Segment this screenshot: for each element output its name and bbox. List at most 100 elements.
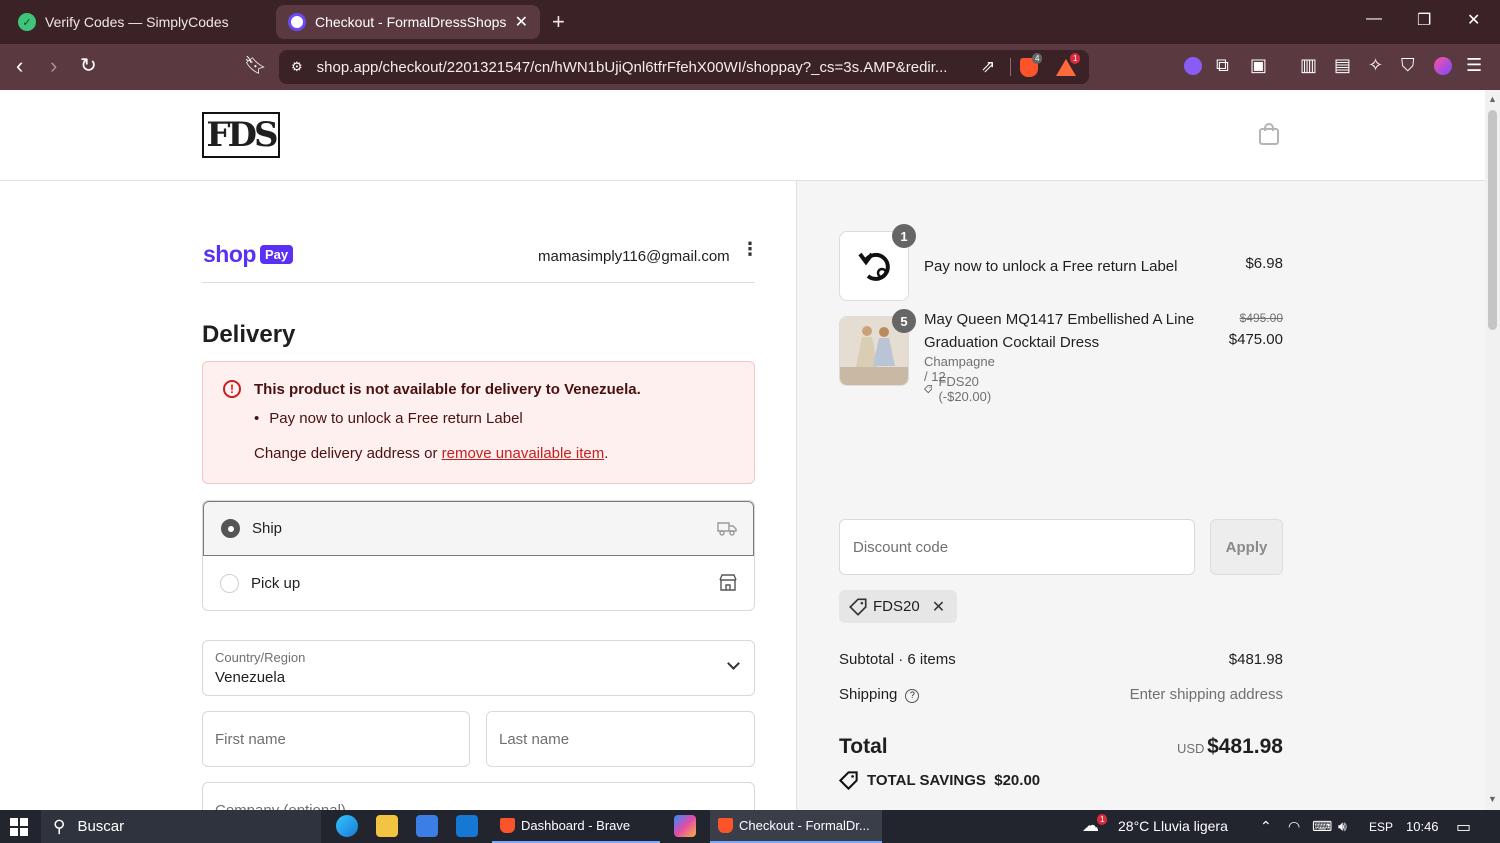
pickup-option[interactable]: Pick up: [203, 556, 754, 610]
restore-icon[interactable]: ❐: [1417, 10, 1431, 30]
store-header: FDS: [0, 90, 1485, 181]
task-label: Dashboard - Brave: [521, 818, 631, 833]
shipping-label: Shipping: [839, 686, 898, 703]
reader-icon[interactable]: ▣: [1250, 55, 1267, 76]
tab-checkout[interactable]: Checkout - FormalDressShops.com ✕: [276, 5, 540, 39]
cart-bag-icon[interactable]: [1258, 123, 1280, 145]
file-explorer-icon[interactable]: [376, 815, 398, 837]
edge-icon[interactable]: [336, 815, 358, 837]
site-info-icon[interactable]: ⚙: [291, 59, 303, 75]
country-select[interactable]: Country/Region Venezuela: [202, 640, 755, 696]
scroll-thumb[interactable]: [1488, 110, 1497, 330]
apply-discount-button[interactable]: Apply: [1210, 519, 1283, 575]
task-label: Checkout - FormalDr...: [739, 818, 870, 833]
windows-start-icon[interactable]: [10, 818, 28, 836]
total-value: $481.98: [1207, 735, 1283, 758]
share-icon[interactable]: ⇗: [981, 57, 995, 77]
outlook-icon[interactable]: [456, 815, 478, 837]
taskbar-brave-dashboard[interactable]: Dashboard - Brave: [492, 810, 660, 843]
simplycodes-favicon-icon: ✓: [18, 13, 36, 31]
copilot-icon[interactable]: [674, 815, 696, 837]
tab-title: Verify Codes — SimplyCodes: [45, 14, 229, 30]
vpn-icon[interactable]: ⛉: [1401, 55, 1415, 76]
sidebar-icon[interactable]: ▥: [1300, 55, 1317, 76]
weather-badge: 1: [1097, 814, 1108, 825]
rewards-count-badge: 1: [1070, 53, 1081, 64]
notification-icon[interactable]: ▭: [1456, 817, 1471, 837]
wallet-icon[interactable]: ▤: [1334, 55, 1351, 76]
taskbar-brave-checkout[interactable]: Checkout - FormalDr...: [710, 810, 882, 843]
ship-option[interactable]: Ship: [203, 501, 754, 556]
new-tab-icon[interactable]: +: [552, 9, 565, 35]
menu-icon[interactable]: ☰: [1466, 55, 1482, 76]
country-value: Venezuela: [215, 669, 286, 686]
browser-toolbar: ‹ › ↻ 🔖︎ ⚙ shop.app/checkout/2201321547/…: [0, 44, 1500, 90]
item-price: $475.00: [1228, 331, 1283, 348]
currency-code: USD: [1177, 741, 1205, 756]
forward-icon[interactable]: ›: [50, 53, 57, 79]
help-icon[interactable]: ?: [905, 689, 920, 703]
checkout-page: FDS shop Pay mamasimply116@gmail.com ⋮ D…: [0, 90, 1485, 810]
subtotal-label: Subtotal · 6 items: [839, 651, 956, 668]
tab-title: Checkout - FormalDressShops.com: [315, 14, 507, 30]
extensions-puzzle-icon[interactable]: ⧉: [1216, 55, 1229, 76]
shields-count-badge: 4: [1032, 53, 1043, 64]
close-window-icon[interactable]: ✕: [1467, 10, 1480, 30]
first-name-field[interactable]: First name: [202, 711, 470, 767]
leo-ai-icon[interactable]: ✧: [1368, 55, 1383, 76]
windows-taskbar: ⚲ Buscar Dashboard - Brave Checkout - Fo…: [0, 810, 1500, 843]
scroll-down-icon[interactable]: ▼: [1488, 794, 1497, 804]
shop-pay-wordmark: shop: [203, 241, 256, 267]
last-name-field[interactable]: Last name: [486, 711, 755, 767]
profile-avatar[interactable]: [1434, 57, 1452, 75]
address-bar[interactable]: ⚙ shop.app/checkout/2201321547/cn/hWN1bU…: [279, 50, 1089, 84]
pickup-radio[interactable]: [220, 574, 239, 593]
input-method-icon[interactable]: ⌨: [1312, 818, 1332, 835]
delivery-method-group: Ship Pick up: [202, 500, 755, 611]
tab-verify-codes[interactable]: ✓ Verify Codes — SimplyCodes: [6, 5, 268, 39]
store-icon: [719, 574, 737, 591]
close-tab-icon[interactable]: ✕: [515, 12, 528, 32]
tray-expand-icon[interactable]: ⌃: [1260, 818, 1272, 835]
account-menu-icon[interactable]: ⋮: [741, 240, 759, 258]
url-text[interactable]: shop.app/checkout/2201321547/cn/hWN1bUji…: [317, 59, 967, 76]
subtotal-row: Subtotal · 6 items $481.98: [839, 651, 1283, 668]
clock[interactable]: 10:46: [1406, 819, 1439, 834]
company-field[interactable]: Company (optional): [202, 782, 755, 810]
page-scrollbar[interactable]: ▲ ▼: [1485, 90, 1500, 810]
extension-icon[interactable]: [1184, 57, 1202, 75]
language-indicator[interactable]: ESP: [1369, 820, 1393, 834]
brave-icon: [500, 818, 515, 833]
quantity-badge: 5: [892, 309, 916, 333]
remove-discount-icon[interactable]: ✕: [932, 597, 945, 617]
total-savings: TOTAL SAVINGS $20.00: [839, 771, 1040, 790]
taskbar-search[interactable]: ⚲ Buscar: [41, 810, 321, 843]
bookmark-icon[interactable]: 🔖︎: [244, 55, 267, 76]
ship-radio[interactable]: [221, 519, 240, 538]
scroll-up-icon[interactable]: ▲: [1488, 94, 1497, 104]
account-email: mamasimply116@gmail.com: [538, 248, 730, 265]
applied-discount-chip: FDS20 ✕: [839, 590, 958, 623]
error-icon: !: [223, 380, 241, 398]
company-placeholder: Company (optional): [215, 802, 346, 810]
store-logo[interactable]: FDS: [202, 112, 280, 158]
original-price: $495.00: [1239, 311, 1283, 325]
checkout-form-column: shop Pay mamasimply116@gmail.com ⋮ Deliv…: [0, 181, 797, 810]
search-label: Buscar: [77, 818, 125, 835]
shop-favicon-icon: [288, 13, 306, 31]
weather-text[interactable]: 28°C Lluvia ligera: [1118, 818, 1228, 834]
ship-label: Ship: [252, 520, 283, 537]
remove-unavailable-item-link[interactable]: remove unavailable item: [442, 445, 605, 462]
pay-badge: Pay: [259, 245, 294, 264]
minimize-icon[interactable]: —: [1366, 10, 1382, 28]
store-app-icon[interactable]: [416, 815, 438, 837]
wifi-icon[interactable]: ◠: [1288, 818, 1300, 835]
back-icon[interactable]: ‹: [16, 53, 23, 79]
volume-icon[interactable]: 🔊︎: [1338, 818, 1347, 835]
discount-code-input[interactable]: Discount code: [839, 519, 1195, 575]
pickup-label: Pick up: [251, 575, 301, 592]
quantity-badge: 1: [892, 224, 916, 248]
item-discount: FDS20 (-$20.00): [924, 374, 997, 404]
tag-icon: [924, 384, 933, 394]
reload-icon[interactable]: ↻: [80, 53, 97, 78]
